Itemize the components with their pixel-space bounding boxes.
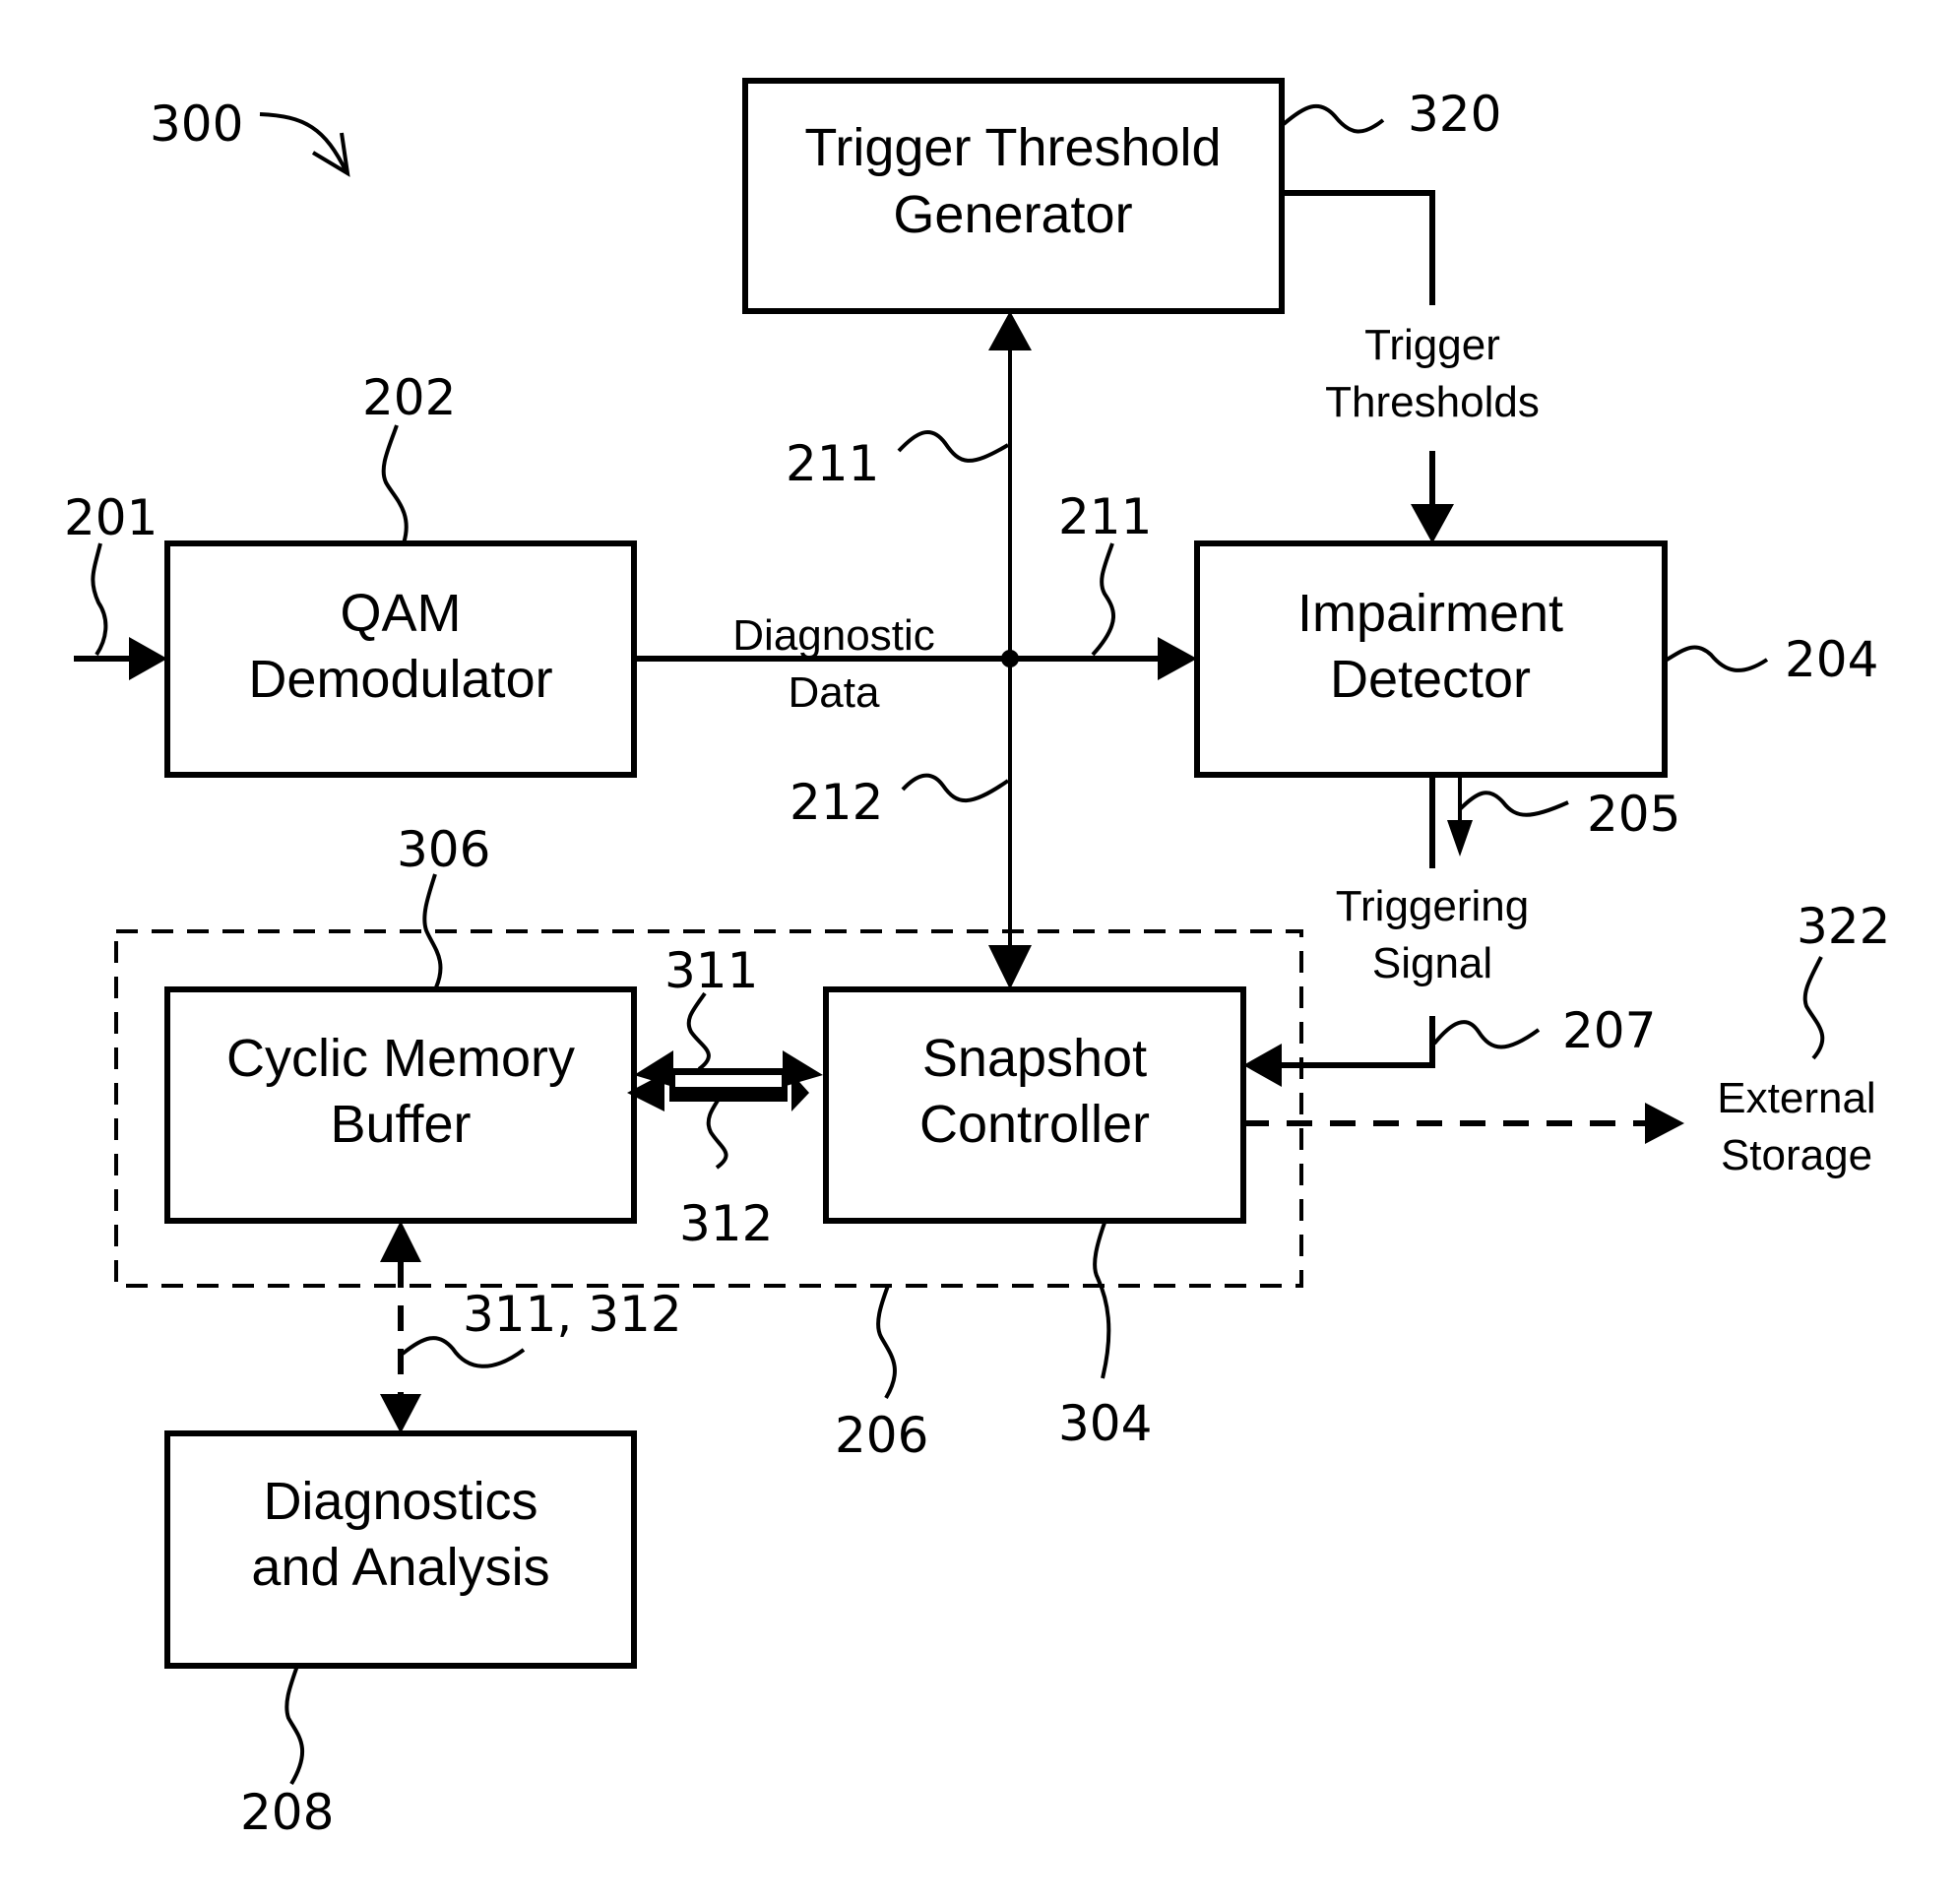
trigger-thresholds-label-line2: Thresholds [1325, 378, 1540, 426]
ref-label-312: 312 [679, 1195, 773, 1252]
snapshot-controller-line1: Snapshot [922, 1029, 1147, 1088]
ref-label-205: 205 [1587, 786, 1680, 843]
triggering-signal-label-line1: Triggering [1336, 882, 1529, 930]
input-arrowhead-icon [129, 637, 167, 680]
ref-label-201: 201 [64, 489, 158, 546]
leader-205 [1458, 791, 1569, 817]
ref-label-208: 208 [240, 1784, 334, 1841]
ref-label-311: 311 [664, 942, 758, 999]
ref-label-322: 322 [1797, 898, 1890, 955]
leader-206 [876, 1285, 897, 1400]
leader-207 [1432, 1020, 1541, 1049]
leader-322 [1802, 956, 1825, 1060]
diagnostics-analysis-line2: and Analysis [251, 1538, 549, 1597]
leader-201 [91, 542, 108, 657]
leader-312 [706, 1093, 728, 1170]
analysis-link-down-arrowhead-icon [380, 1394, 421, 1433]
ref-label-211-up: 211 [786, 435, 879, 492]
trigger-threshold-generator-line1: Trigger Threshold [804, 118, 1221, 177]
leader-212 [901, 773, 1010, 803]
ref-label-311-312: 311, 312 [463, 1286, 682, 1343]
triggering-signal-arrowhead-icon [1447, 820, 1473, 857]
trigger-threshold-generator-block[interactable]: Trigger Threshold Generator [742, 78, 1285, 314]
buffer-controller-link [627, 1050, 823, 1111]
ref-label-320: 320 [1408, 86, 1501, 143]
ref-label-212: 212 [790, 774, 883, 831]
external-storage-arrowhead-icon [1645, 1103, 1684, 1144]
ref-label-202: 202 [362, 369, 456, 426]
impairment-detector-block[interactable]: Impairment Detector [1194, 540, 1668, 778]
snapshot-controller-block[interactable]: Snapshot Controller [823, 986, 1246, 1224]
impairment-detector-line2: Detector [1330, 650, 1531, 709]
block-diagram: 300 Trigger Threshold Generator 320 Trig… [64, 78, 1890, 1841]
ref-label-306: 306 [397, 821, 490, 878]
impairment-detector-line1: Impairment [1297, 584, 1563, 643]
triggering-signal-in-arrowhead-icon [1243, 1044, 1282, 1087]
leader-311 [686, 991, 711, 1071]
cyclic-memory-buffer-block[interactable]: Cyclic Memory Buffer [164, 986, 637, 1224]
diagnostics-analysis-block[interactable]: Diagnostics and Analysis [164, 1430, 637, 1669]
link-right-arrowhead-upper-icon [783, 1050, 823, 1087]
generator-input-arrowhead-icon [988, 311, 1032, 350]
qam-demodulator-line2: Demodulator [248, 650, 552, 709]
diagnostic-data-label-line1: Diagnostic [732, 611, 934, 660]
leader-211-right [1091, 542, 1115, 657]
external-storage-label-line2: Storage [1721, 1131, 1872, 1179]
cyclic-memory-buffer-line1: Cyclic Memory [226, 1029, 575, 1088]
ref-label-207: 207 [1562, 1002, 1656, 1059]
qam-demodulator-line1: QAM [340, 584, 461, 643]
trigger-thresholds-arrowhead-icon [1411, 504, 1454, 543]
leader-211-up [897, 430, 1010, 463]
figure-number-label: 300 [150, 95, 243, 153]
cyclic-memory-buffer-line2: Buffer [330, 1095, 471, 1154]
qam-demodulator-block[interactable]: QAM Demodulator [164, 540, 637, 778]
ref-label-211-right: 211 [1058, 488, 1152, 545]
trigger-thresholds-connector [1282, 190, 1435, 305]
figure-pointer-arrow-icon [259, 112, 350, 177]
leader-202 [381, 424, 409, 544]
leader-304 [1093, 1222, 1111, 1379]
leader-204 [1662, 645, 1769, 672]
trigger-threshold-generator-line2: Generator [893, 185, 1132, 244]
diagnostic-data-arrowhead-icon [1158, 637, 1197, 680]
ref-label-304: 304 [1058, 1395, 1152, 1452]
leader-320 [1282, 104, 1385, 134]
analysis-link-up-arrowhead-icon [380, 1221, 421, 1262]
triggering-signal-label-line2: Signal [1372, 939, 1492, 987]
ref-label-204: 204 [1785, 631, 1878, 688]
external-storage-label-line1: External [1717, 1074, 1875, 1122]
diagnostics-analysis-line1: Diagnostics [263, 1472, 537, 1531]
ref-label-206: 206 [835, 1407, 928, 1464]
leader-208 [284, 1665, 305, 1786]
diagnostic-data-label-line2: Data [789, 668, 880, 717]
trigger-thresholds-label-line1: Trigger [1364, 321, 1500, 369]
snapshot-controller-line2: Controller [919, 1095, 1150, 1154]
controller-input-arrowhead-icon [988, 945, 1032, 989]
